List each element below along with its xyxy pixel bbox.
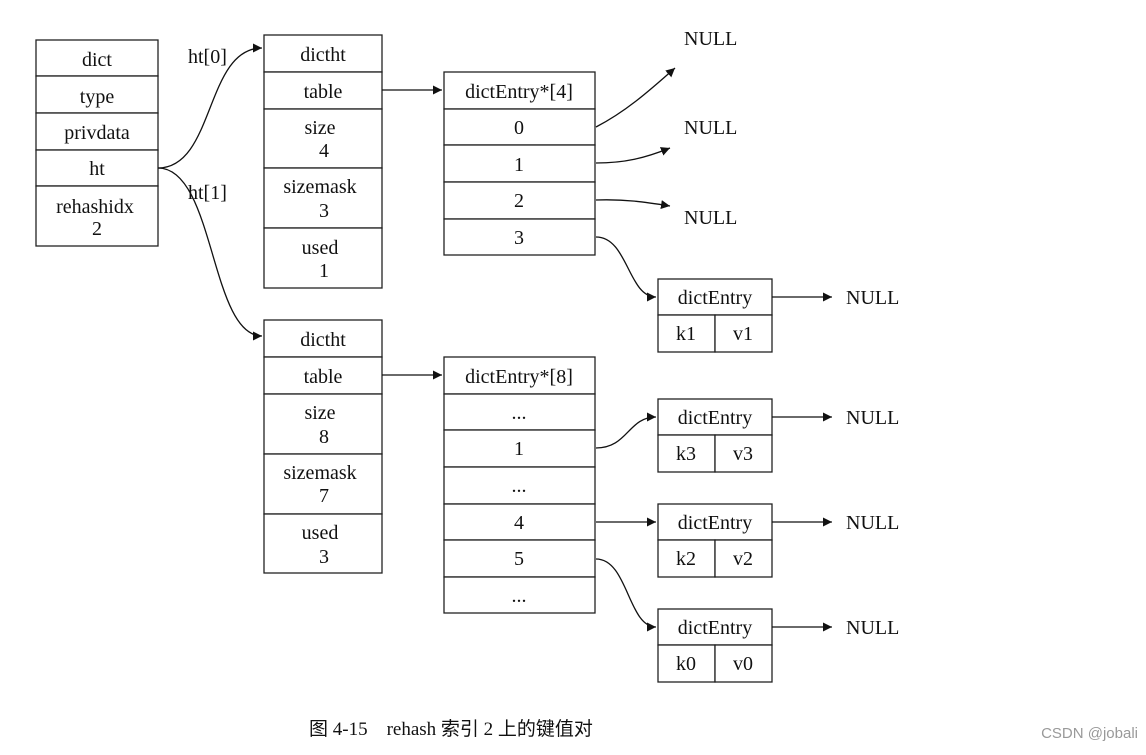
dict-rehashidx-name: rehashidx (56, 196, 134, 218)
ht1-size-name: size (304, 402, 335, 424)
dict-entry-k3: dictEntry k3 v3 NULL (657, 398, 899, 473)
edge-slot2-null (595, 199, 671, 210)
table1-slot-label: 5 (514, 548, 524, 570)
entry-next: NULL (846, 512, 899, 534)
table1-slot-label: 1 (514, 438, 524, 460)
table0-slot-label: 0 (514, 117, 524, 139)
table1-slot-label: ... (512, 475, 527, 497)
dict-field-ht: ht (89, 158, 105, 180)
table0-title: dictEntry*[4] (465, 81, 573, 103)
entry-title: dictEntry (678, 617, 752, 639)
edge-label-ht1: ht[1] (188, 182, 227, 204)
dict-field-privdata: privdata (64, 122, 130, 144)
entry-next: NULL (846, 407, 899, 429)
table1-slot-label: ... (512, 402, 527, 424)
table0-slot-label: 1 (514, 154, 524, 176)
table1-title: dictEntry*[8] (465, 366, 573, 388)
ht0-used-value: 1 (319, 260, 329, 282)
entry-key: k1 (676, 323, 696, 345)
ht1-title: dictht (300, 329, 346, 351)
diagram-canvas: dict type privdata ht rehashidx 2 ht[0] … (35, 28, 899, 683)
edge-slot0-null (595, 67, 676, 128)
dict-entry-k0: dictEntry k0 v0 NULL (657, 608, 899, 683)
ht0-size-name: size (304, 117, 335, 139)
table0-slot-label: 2 (514, 190, 524, 212)
edge-slot1-null (595, 147, 671, 164)
ht0-size-value: 4 (319, 140, 329, 162)
ht1-sizemask-value: 7 (319, 485, 329, 507)
entry-next: NULL (846, 287, 899, 309)
ht0-table: table (304, 81, 343, 103)
null-label: NULL (684, 117, 737, 139)
edge-label-ht0: ht[0] (188, 46, 227, 68)
dict-struct: dict type privdata ht rehashidx 2 (35, 39, 159, 247)
ht0-sizemask-name: sizemask (283, 176, 356, 198)
table-0: dictEntry*[4] 0 1 2 3 (443, 71, 596, 256)
edge-slot5-entry (595, 558, 657, 632)
entry-key: k3 (676, 443, 696, 465)
dict-entry-k1: dictEntry k1 v1 NULL (657, 278, 899, 353)
entry-next: NULL (846, 617, 899, 639)
watermark: CSDN @jobali (1041, 725, 1138, 742)
dict-entry-k2: dictEntry k2 v2 NULL (657, 503, 899, 578)
entry-value: v3 (733, 443, 753, 465)
table-1: dictEntry*[8] ... 1 ... 4 5 ... (443, 356, 596, 614)
ht1-table: table (304, 366, 343, 388)
ht1-size-value: 8 (319, 426, 329, 448)
entry-title: dictEntry (678, 287, 752, 309)
ht1-sizemask-name: sizemask (283, 462, 356, 484)
entry-value: v1 (733, 323, 753, 345)
entry-title: dictEntry (678, 512, 752, 534)
dictht-1: dictht table size 8 sizemask 7 used 3 (263, 319, 383, 574)
dict-title: dict (82, 49, 112, 71)
figure-caption: 图 4-15 rehash 索引 2 上的键值对 (309, 719, 593, 740)
null-label: NULL (684, 207, 737, 229)
dict-field-type: type (80, 86, 115, 108)
ht0-used-name: used (302, 237, 339, 259)
table0-slot-label: 3 (514, 227, 524, 249)
entry-key: k0 (676, 653, 696, 675)
ht1-used-value: 3 (319, 546, 329, 568)
ht0-sizemask-value: 3 (319, 200, 329, 222)
ht1-used-name: used (302, 522, 339, 544)
edge-slot1-entry (595, 412, 657, 449)
null-label: NULL (684, 28, 737, 50)
table1-slot-label: 4 (514, 512, 524, 534)
dictht-0: dictht table size 4 sizemask 3 used 1 (263, 34, 383, 289)
table1-slot-label: ... (512, 585, 527, 607)
dict-rehashidx-value: 2 (92, 218, 102, 240)
entry-value: v2 (733, 548, 753, 570)
entry-title: dictEntry (678, 407, 752, 429)
entry-key: k2 (676, 548, 696, 570)
ht0-title: dictht (300, 44, 346, 66)
edge-slot3-entry (595, 236, 657, 302)
entry-value: v0 (733, 653, 753, 675)
